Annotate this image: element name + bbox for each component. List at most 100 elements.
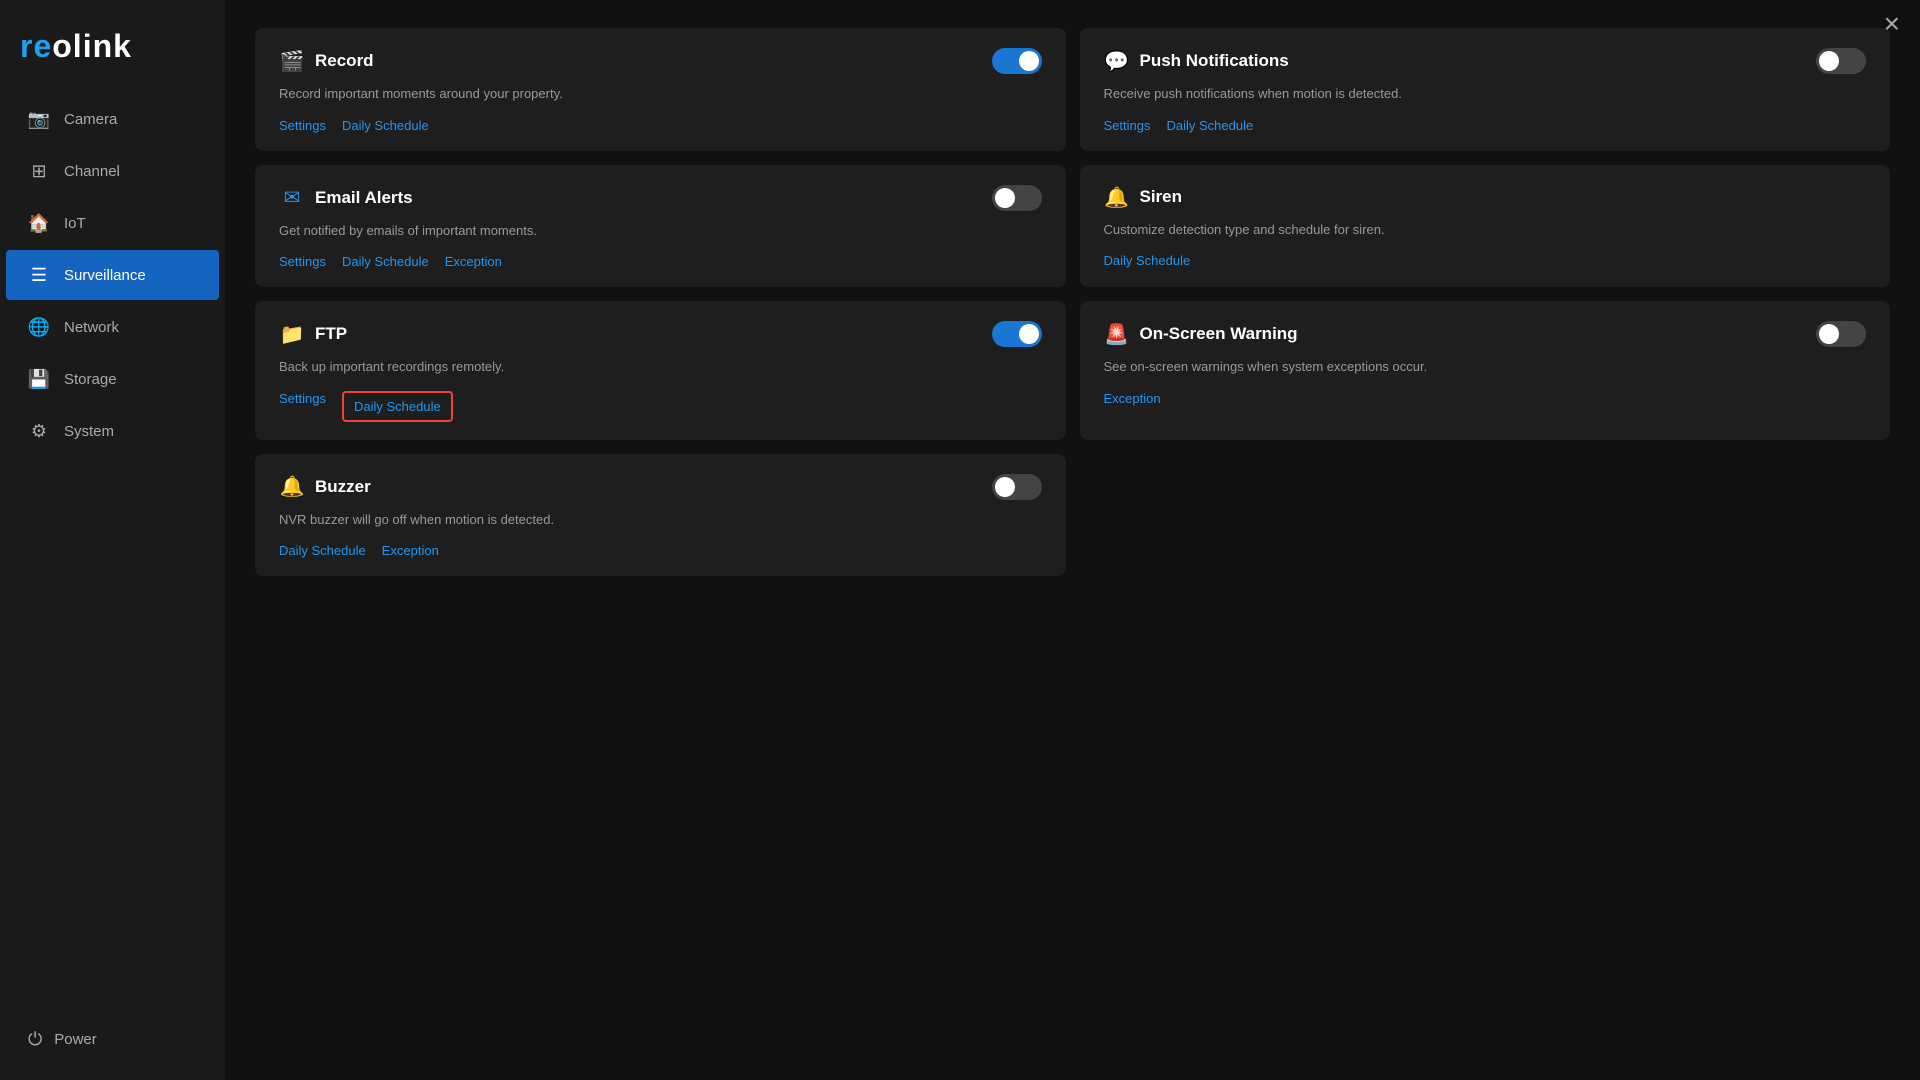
- ftp-toggle[interactable]: [992, 321, 1042, 347]
- card-email-header: ✉ Email Alerts: [279, 185, 1042, 211]
- card-buzzer-links: Daily Schedule Exception: [279, 543, 1042, 558]
- card-push-links: Settings Daily Schedule: [1104, 118, 1867, 133]
- sidebar-bottom: ⏻ Power: [0, 999, 225, 1080]
- email-toggle[interactable]: [992, 185, 1042, 211]
- card-siren-title-row: 🔔 Siren: [1104, 185, 1183, 210]
- record-settings-link[interactable]: Settings: [279, 118, 326, 133]
- sidebar-item-surveillance[interactable]: ☰ Surveillance: [6, 250, 219, 300]
- main-content: × 🎬 Record Record important moments arou…: [225, 0, 1920, 1080]
- push-toggle[interactable]: [1816, 48, 1866, 74]
- ftp-daily-schedule-link[interactable]: Daily Schedule: [342, 391, 453, 422]
- card-push-header: 💬 Push Notifications: [1104, 48, 1867, 74]
- card-email-desc: Get notified by emails of important mome…: [279, 221, 619, 241]
- system-icon: ⚙: [28, 420, 50, 442]
- record-daily-schedule-link[interactable]: Daily Schedule: [342, 118, 429, 133]
- email-toggle-knob: [995, 188, 1015, 208]
- sidebar-item-storage[interactable]: 💾 Storage: [6, 354, 219, 404]
- ftp-toggle-knob: [1019, 324, 1039, 344]
- card-onscreen-title-row: 🚨 On-Screen Warning: [1104, 322, 1298, 347]
- storage-icon: 💾: [28, 368, 50, 390]
- card-siren-links: Daily Schedule: [1104, 253, 1867, 268]
- sidebar-item-camera[interactable]: 📷 Camera: [6, 94, 219, 144]
- siren-daily-schedule-link[interactable]: Daily Schedule: [1104, 253, 1191, 268]
- card-siren-header: 🔔 Siren: [1104, 185, 1867, 210]
- card-siren-title: Siren: [1140, 187, 1183, 207]
- sidebar-label-system: System: [64, 423, 114, 440]
- card-email-title: Email Alerts: [315, 188, 413, 208]
- buzzer-exception-link[interactable]: Exception: [382, 543, 439, 558]
- push-daily-schedule-link[interactable]: Daily Schedule: [1166, 118, 1253, 133]
- onscreen-exception-link[interactable]: Exception: [1104, 391, 1161, 406]
- sidebar-label-iot: IoT: [64, 215, 86, 232]
- sidebar-item-system[interactable]: ⚙ System: [6, 406, 219, 456]
- card-push-notifications: 💬 Push Notifications Receive push notifi…: [1080, 28, 1891, 151]
- sidebar-item-network[interactable]: 🌐 Network: [6, 302, 219, 352]
- sidebar-item-channel[interactable]: ⊞ Channel: [6, 146, 219, 196]
- camera-icon: 📷: [28, 108, 50, 130]
- network-icon: 🌐: [28, 316, 50, 338]
- card-ftp-header: 📁 FTP: [279, 321, 1042, 347]
- card-onscreen-title: On-Screen Warning: [1140, 324, 1298, 344]
- card-ftp-title-row: 📁 FTP: [279, 322, 347, 347]
- buzzer-toggle-knob: [995, 477, 1015, 497]
- email-exception-link[interactable]: Exception: [445, 254, 502, 269]
- push-toggle-knob: [1819, 51, 1839, 71]
- card-onscreen-warning: 🚨 On-Screen Warning See on-screen warnin…: [1080, 301, 1891, 440]
- card-buzzer-desc: NVR buzzer will go off when motion is de…: [279, 510, 619, 530]
- push-settings-link[interactable]: Settings: [1104, 118, 1151, 133]
- card-push-title: Push Notifications: [1140, 51, 1289, 71]
- onscreen-toggle-knob: [1819, 324, 1839, 344]
- sidebar: reolink 📷 Camera ⊞ Channel 🏠 IoT ☰ Surve…: [0, 0, 225, 1080]
- logo: reolink: [0, 10, 225, 93]
- email-settings-link[interactable]: Settings: [279, 254, 326, 269]
- push-icon: 💬: [1104, 49, 1130, 74]
- power-icon: ⏻: [28, 1029, 42, 1050]
- cards-grid: 🎬 Record Record important moments around…: [255, 28, 1890, 576]
- card-email-alerts: ✉ Email Alerts Get notified by emails of…: [255, 165, 1066, 288]
- power-button[interactable]: ⏻ Power: [20, 1019, 205, 1060]
- email-daily-schedule-link[interactable]: Daily Schedule: [342, 254, 429, 269]
- channel-icon: ⊞: [28, 160, 50, 182]
- logo-re: re: [20, 28, 52, 64]
- card-push-title-row: 💬 Push Notifications: [1104, 49, 1289, 74]
- card-onscreen-header: 🚨 On-Screen Warning: [1104, 321, 1867, 347]
- onscreen-icon: 🚨: [1104, 322, 1130, 347]
- buzzer-toggle[interactable]: [992, 474, 1042, 500]
- sidebar-label-channel: Channel: [64, 163, 120, 180]
- card-ftp-desc: Back up important recordings remotely.: [279, 357, 619, 377]
- card-email-title-row: ✉ Email Alerts: [279, 185, 413, 210]
- ftp-settings-link[interactable]: Settings: [279, 391, 326, 422]
- logo-link: olink: [52, 28, 132, 64]
- card-buzzer-header: 🔔 Buzzer: [279, 474, 1042, 500]
- card-ftp-title: FTP: [315, 324, 347, 344]
- card-siren: 🔔 Siren Customize detection type and sch…: [1080, 165, 1891, 288]
- iot-icon: 🏠: [28, 212, 50, 234]
- sidebar-item-iot[interactable]: 🏠 IoT: [6, 198, 219, 248]
- close-button[interactable]: ×: [1884, 10, 1900, 38]
- card-buzzer: 🔔 Buzzer NVR buzzer will go off when mot…: [255, 454, 1066, 577]
- sidebar-label-surveillance: Surveillance: [64, 267, 146, 284]
- power-label: Power: [54, 1031, 97, 1048]
- card-onscreen-desc: See on-screen warnings when system excep…: [1104, 357, 1444, 377]
- record-toggle[interactable]: [992, 48, 1042, 74]
- record-icon: 🎬: [279, 49, 305, 74]
- card-buzzer-title-row: 🔔 Buzzer: [279, 474, 371, 499]
- sidebar-label-network: Network: [64, 319, 119, 336]
- card-record-links: Settings Daily Schedule: [279, 118, 1042, 133]
- card-record-header: 🎬 Record: [279, 48, 1042, 74]
- card-record-title-row: 🎬 Record: [279, 49, 374, 74]
- siren-icon: 🔔: [1104, 185, 1130, 210]
- card-push-desc: Receive push notifications when motion i…: [1104, 84, 1444, 104]
- card-buzzer-title: Buzzer: [315, 477, 371, 497]
- sidebar-label-camera: Camera: [64, 111, 117, 128]
- onscreen-toggle[interactable]: [1816, 321, 1866, 347]
- ftp-icon: 📁: [279, 322, 305, 347]
- sidebar-label-storage: Storage: [64, 371, 117, 388]
- email-icon: ✉: [279, 185, 305, 210]
- card-record-desc: Record important moments around your pro…: [279, 84, 619, 104]
- buzzer-daily-schedule-link[interactable]: Daily Schedule: [279, 543, 366, 558]
- surveillance-icon: ☰: [28, 264, 50, 286]
- card-email-links: Settings Daily Schedule Exception: [279, 254, 1042, 269]
- card-record-title: Record: [315, 51, 374, 71]
- card-siren-desc: Customize detection type and schedule fo…: [1104, 220, 1444, 240]
